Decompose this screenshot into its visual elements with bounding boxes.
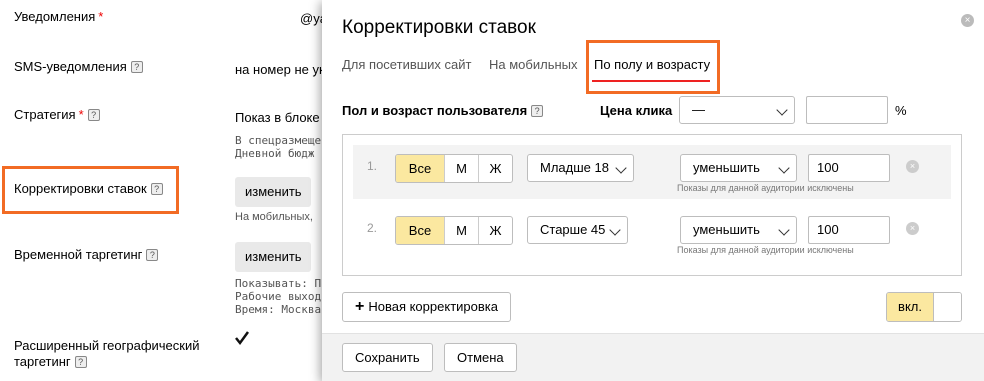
audience-excluded-hint: Показы для данной аудитории исключены (677, 183, 854, 193)
click-price-select[interactable]: — (679, 96, 795, 124)
time-targeting-edit-button[interactable]: изменить (235, 242, 311, 272)
plus-icon: + (355, 298, 365, 315)
help-icon[interactable]: ? (87, 109, 100, 121)
click-price-input[interactable] (806, 96, 888, 124)
chevron-down-icon (778, 162, 790, 174)
gender-age-label: Пол и возраст пользователя? (342, 103, 544, 118)
enable-toggle[interactable]: вкл. (886, 292, 962, 322)
help-icon[interactable]: ? (146, 249, 159, 261)
rule-row: 2. Все М Ж Старше 45 уменьшить 100 Показ… (353, 207, 951, 261)
rules-list: 1. Все М Ж Младше 18 уменьшить 100 Показ… (342, 134, 962, 276)
time-note: Время: Москва (235, 303, 322, 316)
action-select[interactable]: уменьшить (680, 216, 797, 244)
age-select[interactable]: Младше 18 (527, 154, 634, 182)
sms-value: на номер не ук (235, 62, 325, 77)
time-note: Рабочие выход (235, 290, 322, 303)
notifications-label: Уведомления * (14, 9, 104, 24)
strategy-label: Стратегия *? (14, 107, 100, 122)
gender-all-button[interactable]: Все (396, 155, 444, 182)
bid-adjustments-note: На мобильных, (235, 211, 313, 223)
gender-male-button[interactable]: М (444, 155, 478, 182)
percent-sign: % (895, 103, 907, 118)
bid-adjustments-dialog: Корректировки ставок × Для посетивших са… (322, 0, 984, 381)
gender-segmented-control[interactable]: Все М Ж (395, 216, 513, 245)
tab-visited-site[interactable]: Для посетивших сайт (342, 57, 471, 72)
help-icon[interactable]: ? (150, 183, 163, 195)
age-select[interactable]: Старше 45 (527, 216, 628, 244)
action-select[interactable]: уменьшить (680, 154, 797, 182)
strategy-note: Дневной бюдж (235, 147, 315, 160)
gender-male-button[interactable]: М (444, 217, 478, 244)
chevron-down-icon (609, 224, 621, 236)
remove-icon[interactable]: × (906, 160, 919, 173)
add-adjustment-button[interactable]: + Новая корректировка (342, 292, 511, 322)
chevron-down-icon (778, 224, 790, 236)
click-price-label: Цена клика (600, 103, 673, 118)
time-targeting-label: Временной таргетинг? (14, 247, 159, 262)
strategy-value: Показ в блоке (235, 110, 320, 125)
dialog-footer: Сохранить Отмена (322, 333, 984, 381)
chevron-down-icon (776, 104, 788, 116)
checkmark-icon[interactable] (234, 330, 250, 346)
save-button[interactable]: Сохранить (342, 343, 433, 372)
bid-adjustments-label: Корректировки ставок? (14, 181, 163, 196)
adjustment-value-input[interactable]: 100 (808, 216, 890, 244)
sms-label: SMS-уведомления? (14, 59, 143, 74)
gender-all-button[interactable]: Все (396, 217, 444, 244)
help-icon[interactable]: ? (130, 61, 143, 73)
gender-female-button[interactable]: Ж (478, 217, 512, 244)
toggle-knob[interactable] (933, 293, 961, 321)
rule-number: 2. (367, 221, 378, 235)
close-icon[interactable]: × (961, 14, 974, 27)
gender-segmented-control[interactable]: Все М Ж (395, 154, 513, 183)
cancel-button[interactable]: Отмена (444, 343, 517, 372)
adjustment-value-input[interactable]: 100 (808, 154, 890, 182)
highlight-box (586, 40, 720, 94)
bid-adjustments-edit-button[interactable]: изменить (235, 177, 311, 207)
toggle-label: вкл. (887, 293, 933, 321)
audience-excluded-hint: Показы для данной аудитории исключены (677, 245, 854, 255)
dialog-title: Корректировки ставок (342, 17, 536, 38)
strategy-note: В спецразмеще (235, 134, 322, 147)
gender-female-button[interactable]: Ж (478, 155, 512, 182)
rule-number: 1. (367, 159, 378, 173)
remove-icon[interactable]: × (906, 222, 919, 235)
geo-targeting-label: Расширенный географический таргетинг? (14, 338, 200, 369)
help-icon[interactable]: ? (531, 105, 544, 117)
chevron-down-icon (615, 162, 627, 174)
help-icon[interactable]: ? (74, 356, 87, 368)
time-note: Показывать: П (235, 277, 322, 290)
rule-row: 1. Все М Ж Младше 18 уменьшить 100 Показ… (353, 145, 951, 199)
tab-mobile[interactable]: На мобильных (489, 57, 578, 72)
